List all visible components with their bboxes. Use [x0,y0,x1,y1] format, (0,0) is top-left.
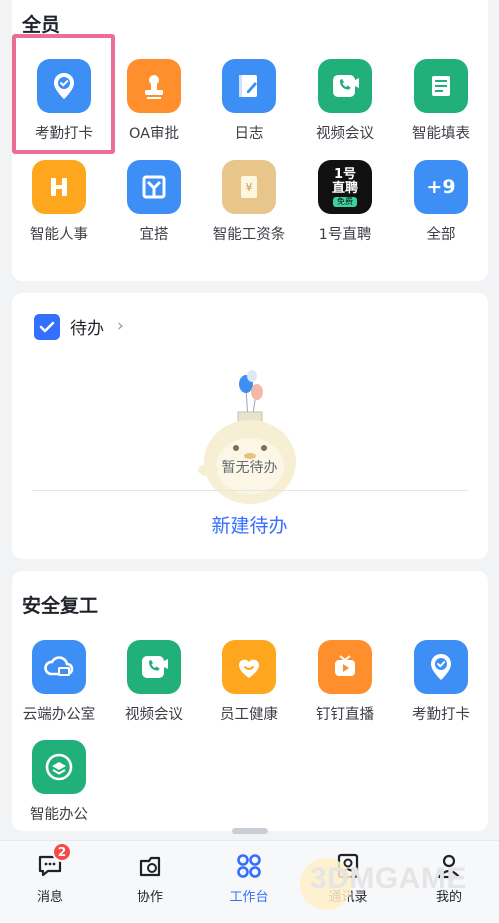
recruit-free-tag: 免费 [333,196,357,207]
recruit-icon: 1号 直聘 免费 [318,160,372,214]
app-label: 视频会议 [316,126,374,142]
new-todo-button[interactable]: 新建待办 [0,511,499,538]
salary-slip-icon: ¥ [222,160,276,214]
stamp-icon [127,59,181,113]
app-video-meeting-2[interactable]: 视频会议 [106,640,202,724]
app-smart-hr[interactable]: 智能人事 [11,160,107,244]
heart-smile-icon [222,640,276,694]
tab-messages[interactable]: 2 消息 [15,842,85,905]
video-call-icon [127,640,181,694]
smart-office-icon [32,740,86,794]
message-icon: 2 [32,842,72,884]
app-yida[interactable]: 宜搭 [106,160,202,244]
app-oa-approval[interactable]: OA审批 [106,59,202,143]
workbench-icon [231,848,267,884]
highlight-frame [12,34,115,154]
watermark-text: 3DMGAME [310,862,467,895]
section-title-all: 全员 [22,14,61,36]
yida-icon [127,160,181,214]
app-label: 员工健康 [220,707,278,723]
hr-h-icon [32,160,86,214]
drag-handle[interactable] [232,828,268,834]
todo-title[interactable]: 待办 [70,314,104,339]
empty-mascot-illustration [190,370,310,510]
more-apps-count: +9 [426,176,456,198]
empty-state-text: 暂无待办 [221,460,278,476]
app-label: 1号直聘 [318,227,372,243]
app-salary-slip[interactable]: ¥ 智能工资条 [201,160,297,244]
svg-text:¥: ¥ [246,181,253,194]
unread-badge: 2 [52,842,72,862]
recruit-icon-text-mid: 直聘 [331,180,358,196]
recruit-icon-text-top: 1号 [333,166,357,182]
app-label: 考勤打卡 [412,707,470,723]
divider [32,490,468,491]
app-dingtalk-live[interactable]: 钉钉直播 [297,640,393,724]
app-employee-health[interactable]: 员工健康 [201,640,297,724]
chevron-right-icon[interactable]: › [117,316,124,336]
cloud-office-icon [32,640,86,694]
app-label: 云端办公室 [22,707,96,723]
tab-label: 协作 [136,890,163,905]
app-label: 全部 [426,227,456,243]
form-list-icon [414,59,468,113]
app-smart-form[interactable]: 智能填表 [393,59,489,143]
location-check-icon [414,640,468,694]
app-label: OA审批 [128,126,180,142]
app-label: 智能办公 [30,807,88,823]
app-cloud-office[interactable]: 云端办公室 [11,640,107,724]
app-label: 智能工资条 [212,227,286,243]
app-all-apps[interactable]: +9 全部 [393,160,489,244]
app-label: 宜搭 [139,227,169,243]
app-video-meeting[interactable]: 视频会议 [297,59,393,143]
video-call-icon [318,59,372,113]
tab-workbench[interactable]: 工作台 [214,848,284,905]
app-label: 日志 [234,126,264,142]
notebook-pen-icon [222,59,276,113]
tab-label: 工作台 [229,890,269,905]
app-label: 视频会议 [125,707,183,723]
app-smart-office[interactable]: 智能办公 [11,740,107,824]
more-apps-icon: +9 [414,160,468,214]
live-tv-icon [318,640,372,694]
tab-collab[interactable]: 协作 [115,848,185,905]
app-log[interactable]: 日志 [201,59,297,143]
checkbox-icon[interactable] [34,314,60,340]
app-label: 智能人事 [30,227,88,243]
app-recruit[interactable]: 1号 直聘 免费 1号直聘 [297,160,393,244]
collab-icon [132,848,168,884]
tab-label: 消息 [36,890,63,905]
app-label: 智能填表 [412,126,470,142]
section-title-safe-return: 安全复工 [22,595,99,617]
app-attendance-2[interactable]: 考勤打卡 [393,640,489,724]
app-label: 钉钉直播 [316,707,374,723]
